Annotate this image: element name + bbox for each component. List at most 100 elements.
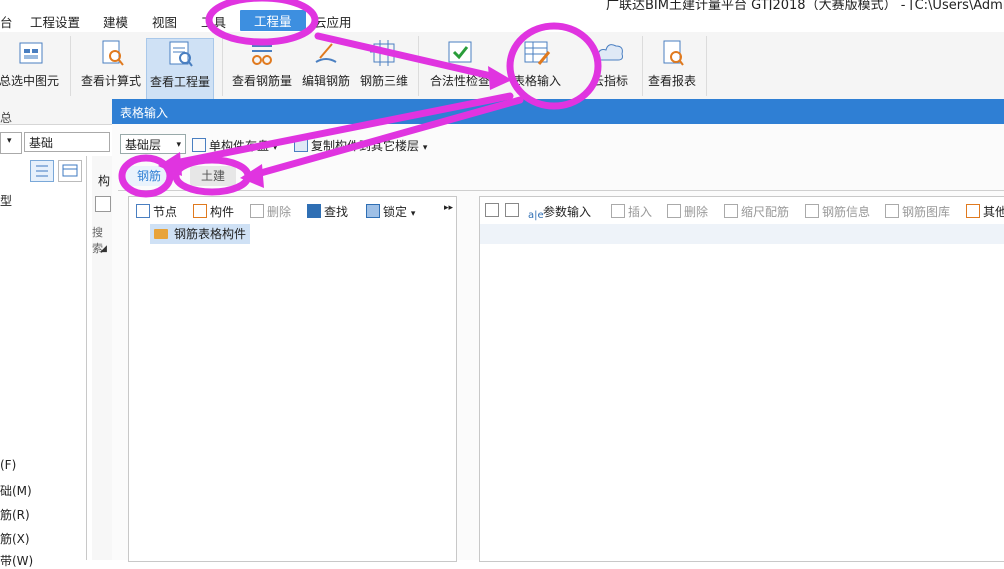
- dialog-tabs: [118, 160, 1004, 191]
- rebar-info-button[interactable]: 钢筋信息: [805, 203, 870, 220]
- list-view-button[interactable]: [30, 160, 54, 182]
- insert-button[interactable]: 插入: [611, 203, 652, 220]
- rebar-library-label: 钢筋图库: [902, 205, 951, 219]
- tab-civil[interactable]: 土建: [190, 166, 236, 186]
- menu-start[interactable]: 台: [0, 12, 13, 31]
- narrow-tab[interactable]: 构: [98, 172, 110, 189]
- component-label: 构件: [210, 205, 235, 219]
- rebar-library-button[interactable]: 钢筋图库: [885, 203, 950, 220]
- ribbon-btn-rebar-3d[interactable]: 钢筋三维: [358, 38, 410, 89]
- floor-combo[interactable]: 基础: [24, 132, 110, 152]
- delete-label: 删除: [267, 205, 292, 219]
- left-dropdown-toggle[interactable]: ▾: [0, 132, 22, 154]
- tree-item[interactable]: 础(M): [0, 482, 32, 499]
- save-icon: [192, 138, 206, 152]
- component-tree-panel: 型 (F) 础(M) 筋(R) 筋(X) 带(W): [0, 156, 87, 568]
- copy-to-floors-button[interactable]: 复制构件到其它楼层 ▾: [294, 137, 427, 154]
- other-label: 其他: [983, 205, 1004, 219]
- view-formula-icon: [95, 38, 127, 68]
- component-button[interactable]: 构件: [193, 203, 234, 220]
- view-report-icon: [656, 38, 688, 68]
- new-doc-icon[interactable]: [95, 196, 111, 212]
- ribbon-separator: [222, 36, 223, 96]
- ribbon-btn-view-formula[interactable]: 查看计算式: [79, 38, 143, 89]
- move-up-button[interactable]: [485, 203, 502, 218]
- table-input-icon: [521, 38, 553, 68]
- ribbon-label: 云指标: [591, 74, 628, 88]
- menu-view[interactable]: 视图: [152, 12, 177, 31]
- folder-icon: [154, 229, 168, 239]
- scale-rebar-button[interactable]: 缩尺配筋: [724, 203, 789, 220]
- right-delete-button[interactable]: 删除: [667, 203, 708, 220]
- move-down-button[interactable]: [505, 203, 522, 218]
- ribbon-label: 合法性检查: [429, 74, 490, 88]
- save-component-button[interactable]: 单构件存盘 ▾: [192, 137, 277, 154]
- validity-check-icon: [444, 38, 476, 68]
- ribbon-btn-edit-rebar[interactable]: 编辑钢筋: [300, 38, 352, 89]
- chevron-down-icon: ▾: [410, 209, 416, 219]
- lock-icon: [366, 204, 380, 218]
- node-label: 节点: [153, 205, 178, 219]
- delete-button[interactable]: 删除: [250, 203, 291, 220]
- ribbon-label: 表格输入: [512, 74, 561, 88]
- menu-tools[interactable]: 工具: [201, 12, 226, 31]
- dialog-header[interactable]: [112, 99, 1004, 124]
- ribbon-label: 编辑钢筋: [301, 74, 350, 88]
- ribbon-label: 查看钢筋量: [231, 74, 292, 88]
- more-arrow-icon[interactable]: ▸▸: [444, 203, 453, 213]
- tree-item[interactable]: 型: [0, 192, 12, 209]
- tree-item[interactable]: 筋(R): [0, 506, 30, 523]
- card-view-button[interactable]: [58, 160, 82, 182]
- chevron-down-icon: ▾: [176, 140, 181, 150]
- quick-access-toolbar[interactable]: [10, 0, 130, 8]
- ribbon-btn-table-input[interactable]: 表格输入: [508, 38, 566, 89]
- copy-to-floors-label: 复制构件到其它楼层: [311, 139, 420, 153]
- collapse-arrow-icon[interactable]: ◢: [100, 244, 107, 254]
- chevron-down-icon: ▾: [272, 143, 278, 153]
- ribbon-separator: [418, 36, 419, 96]
- tab-rebar[interactable]: 钢筋: [126, 166, 172, 186]
- save-component-label: 单构件存盘: [209, 139, 270, 153]
- ribbon-btn-view-rebar[interactable]: 查看钢筋量: [230, 38, 294, 89]
- parameter-input-label: 参数输入: [543, 205, 592, 219]
- right-delete-label: 删除: [684, 205, 709, 219]
- tree-item[interactable]: (F): [0, 458, 16, 472]
- arrow-up-icon: [485, 203, 499, 217]
- ribbon-btn-view-report[interactable]: 查看报表: [646, 38, 698, 89]
- ribbon-btn-summary-selected[interactable]: 总选中图元: [0, 38, 60, 89]
- tree-node-rebar-table-component[interactable]: 钢筋表格构件: [150, 224, 251, 244]
- ribbon-label: 查看计算式: [80, 74, 141, 88]
- scale-icon: [724, 204, 738, 218]
- other-button[interactable]: 其他: [966, 203, 1004, 220]
- delete-icon: [250, 204, 264, 218]
- ribbon-btn-validity-check[interactable]: 合法性检查: [428, 38, 492, 89]
- ribbon-separator: [706, 36, 707, 96]
- menu-bar: 台 工程设置 建模 视图 工具 工程量 云应用: [0, 10, 1004, 32]
- list-icon: [36, 165, 48, 177]
- menu-cloud-apps[interactable]: 云应用: [314, 12, 352, 31]
- insert-icon: [611, 204, 625, 218]
- ribbon-btn-cloud-index[interactable]: 云指标: [584, 38, 636, 89]
- tree-item[interactable]: 带(W): [0, 552, 33, 569]
- rebar-detail-pane: [479, 196, 1004, 562]
- add-component-icon: [193, 204, 207, 218]
- parameter-icon: a|e: [528, 210, 544, 221]
- menu-modeling[interactable]: 建模: [103, 12, 128, 31]
- floor-select[interactable]: 基础层 ▾: [120, 134, 186, 154]
- arrow-down-icon: [505, 203, 519, 217]
- summary-icon: [13, 38, 45, 68]
- scale-rebar-label: 缩尺配筋: [741, 205, 790, 219]
- component-side-column: 构 搜索 ◢: [92, 156, 113, 560]
- menu-quantities[interactable]: 工程量: [240, 10, 306, 31]
- ribbon-label: 查看报表: [647, 74, 696, 88]
- parameter-input-button[interactable]: a|e参数输入: [528, 203, 591, 222]
- ribbon-group-label: 总: [0, 111, 13, 125]
- lock-button[interactable]: 锁定 ▾: [366, 203, 415, 220]
- tree-item[interactable]: 筋(X): [0, 530, 30, 547]
- menu-project-settings[interactable]: 工程设置: [30, 12, 80, 31]
- node-button[interactable]: 节点: [136, 203, 177, 220]
- delete-icon: [667, 204, 681, 218]
- rebar-3d-icon: [368, 38, 400, 68]
- ribbon-btn-view-quantities[interactable]: 查看工程量: [146, 38, 214, 102]
- find-button[interactable]: 查找: [307, 203, 348, 220]
